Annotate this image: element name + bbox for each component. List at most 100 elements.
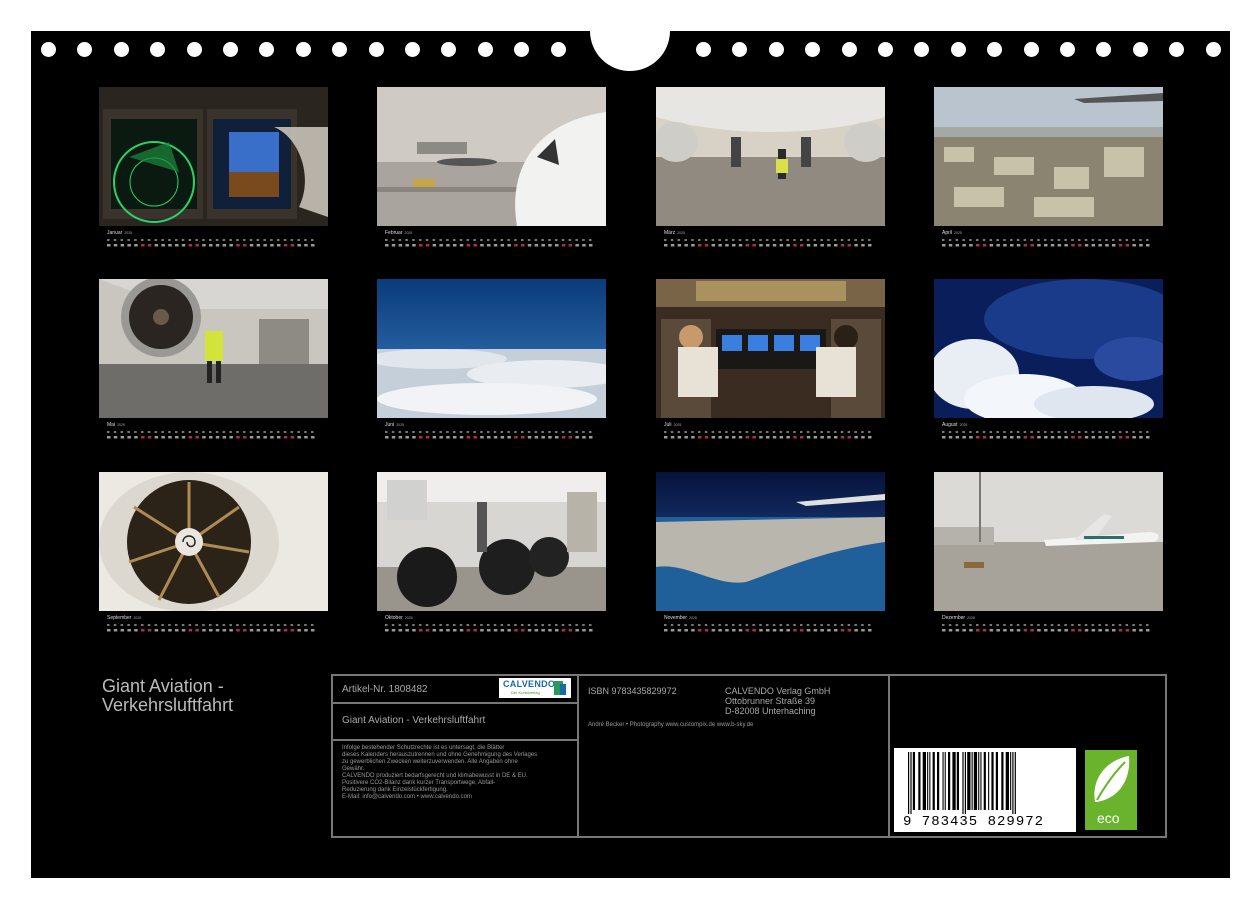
info-subtitle: Giant Aviation - Verkehrsluftfahrt bbox=[342, 715, 486, 726]
month-photo bbox=[377, 279, 606, 418]
month-name: Oktober bbox=[385, 615, 403, 621]
divider bbox=[333, 702, 577, 704]
month-days bbox=[107, 622, 320, 634]
month-days-strip bbox=[664, 239, 872, 247]
month-label: Juni 2025 bbox=[385, 422, 404, 428]
binding-hole bbox=[186, 42, 202, 57]
month-days bbox=[385, 429, 598, 441]
binding-hole bbox=[878, 42, 893, 57]
legal-line: Infolge bestehender Schutzrechte ist es … bbox=[342, 745, 505, 751]
month-photo-image bbox=[377, 87, 606, 226]
month-name: Januar bbox=[107, 230, 123, 236]
month-days bbox=[664, 429, 877, 441]
month-year: 2025 bbox=[404, 616, 413, 620]
month-year: 2025 bbox=[124, 231, 133, 235]
month-photo bbox=[656, 472, 885, 611]
month-photo-image bbox=[934, 472, 1163, 611]
month-year: 2025 bbox=[133, 616, 142, 620]
product-title: Giant Aviation - Verkehrsluftfahrt bbox=[102, 677, 302, 715]
binding-hole bbox=[259, 42, 275, 57]
month-year: 2025 bbox=[673, 423, 682, 427]
binding-hole bbox=[405, 42, 420, 57]
month-name: Juni bbox=[385, 422, 395, 428]
barcode-text: 9 783435 829972 bbox=[903, 814, 1045, 830]
month-days-strip bbox=[664, 624, 872, 632]
binding-hole bbox=[1132, 42, 1148, 57]
month-days-strip bbox=[942, 239, 1150, 247]
month-label: Januar 2025 bbox=[107, 230, 132, 236]
month-days-strip bbox=[385, 431, 593, 439]
legal-line: Reduzierung dank Einzelstückfertigung. bbox=[342, 787, 448, 793]
binding-hole bbox=[550, 42, 566, 57]
article-number: Artikel-Nr. 1808482 bbox=[342, 684, 428, 695]
month-days bbox=[942, 622, 1155, 634]
month-days-strip bbox=[942, 431, 1150, 439]
month-year: 2025 bbox=[396, 423, 404, 427]
leaf-icon bbox=[1094, 756, 1130, 802]
legal-line: CALVENDO produziert bedarfsgerecht und k… bbox=[342, 773, 528, 779]
month-days bbox=[942, 429, 1155, 441]
month-days-strip bbox=[107, 239, 315, 247]
barcode: 9 783435 829972 bbox=[894, 748, 1076, 832]
month-year: 2025 bbox=[954, 231, 962, 235]
month-photo-image bbox=[656, 279, 885, 418]
binding-hole bbox=[150, 42, 166, 57]
binding-hole bbox=[696, 42, 711, 57]
binding-hole bbox=[332, 42, 348, 57]
month-days-strip bbox=[385, 624, 593, 632]
month-year: 2025 bbox=[404, 231, 413, 235]
product-title-line1: Giant Aviation - bbox=[102, 676, 224, 696]
binding-hole bbox=[950, 42, 966, 57]
month-name: Dezember bbox=[942, 615, 966, 621]
legal-line: E-Mail: info@calvendo.com • www.calvendo… bbox=[342, 794, 472, 800]
month-photo bbox=[934, 87, 1163, 226]
legal-line: dieses Kalenders herauszutrennen und ohn… bbox=[342, 752, 538, 758]
legal-notice: Infolge bestehender Schutzrechte ist es … bbox=[342, 745, 574, 801]
month-days bbox=[107, 429, 320, 441]
binding-hole bbox=[987, 42, 1003, 57]
binding-hole bbox=[477, 42, 493, 57]
publisher-line: Ottobrunner Straße 39 bbox=[725, 696, 816, 706]
month-photo bbox=[99, 87, 328, 226]
month-days bbox=[664, 237, 877, 249]
calvendo-logo-text: CALVENDO bbox=[503, 679, 556, 689]
month-photo-image bbox=[377, 279, 606, 418]
publisher-address: CALVENDO Verlag GmbH Ottobrunner Straße 3… bbox=[725, 686, 830, 716]
month-photo-image bbox=[656, 87, 885, 226]
binding-hole bbox=[732, 42, 748, 57]
month-label: Mai 2025 bbox=[107, 422, 125, 428]
month-photo bbox=[656, 87, 885, 226]
legal-line: Positivere CO2-Bilanz dank kurzer Transp… bbox=[342, 780, 496, 786]
binding-hole bbox=[77, 42, 93, 57]
binding-hole bbox=[1060, 42, 1075, 57]
month-photo bbox=[377, 87, 606, 226]
month-year: 2025 bbox=[689, 616, 697, 620]
isbn: ISBN 9783435829972 bbox=[588, 686, 677, 696]
month-name: Juli bbox=[664, 422, 672, 428]
month-photo bbox=[934, 472, 1163, 611]
binding-hole bbox=[1169, 42, 1185, 57]
binding-hole bbox=[1096, 42, 1112, 57]
month-label: September 2025 bbox=[107, 615, 141, 621]
month-days bbox=[385, 237, 598, 249]
month-name: März bbox=[664, 230, 676, 236]
month-photo-image bbox=[99, 279, 328, 418]
calendar-back-sheet: Januar 2025 Februar 2025 März 2025 April 202… bbox=[31, 31, 1230, 878]
month-photo-image bbox=[99, 87, 328, 226]
month-days-strip bbox=[385, 239, 593, 247]
month-name: Februar bbox=[385, 230, 403, 236]
calvendo-logo-mark bbox=[560, 684, 566, 695]
binding-hole bbox=[441, 42, 457, 57]
eco-badge: eco bbox=[1085, 750, 1137, 830]
photo-credit: André Becker • Photography www.custompix… bbox=[588, 722, 754, 728]
eco-label: eco bbox=[1097, 810, 1120, 826]
month-name: Mai bbox=[107, 422, 116, 428]
binding-hole bbox=[841, 42, 857, 57]
month-photo-image bbox=[377, 472, 606, 611]
month-label: März 2025 bbox=[664, 230, 685, 236]
product-title-line2: Verkehrsluftfahrt bbox=[102, 695, 234, 715]
divider bbox=[577, 676, 579, 836]
month-photo-image bbox=[934, 279, 1163, 418]
month-photo bbox=[99, 472, 328, 611]
binding-hole bbox=[223, 42, 238, 57]
